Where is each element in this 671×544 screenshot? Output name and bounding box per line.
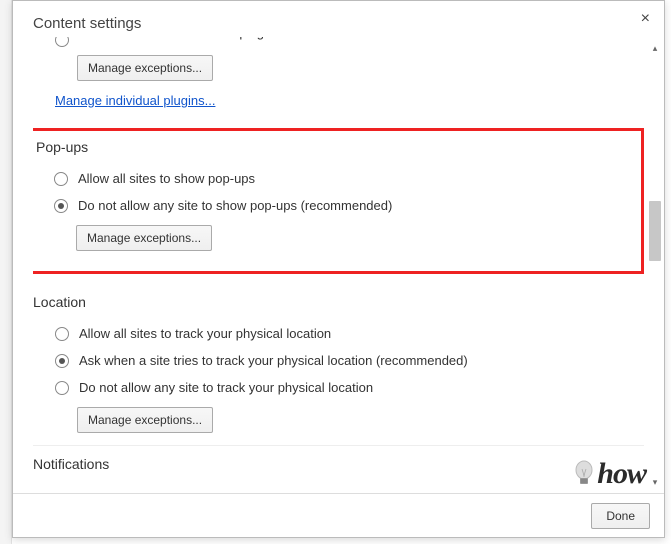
popups-option-allow-label: Allow all sites to show pop-ups: [78, 171, 255, 186]
scroll-down-icon[interactable]: ▾: [648, 475, 662, 489]
radio-icon[interactable]: [55, 381, 69, 395]
section-popups: Pop-ups Allow all sites to show pop-ups …: [33, 137, 631, 263]
popups-title: Pop-ups: [33, 139, 631, 155]
popups-manage-exceptions-button[interactable]: Manage exceptions...: [76, 225, 212, 251]
scrollbar[interactable]: ▴ ▾: [648, 41, 662, 489]
plugins-cutoff-option: Let me choose when to run plugin content: [33, 37, 644, 49]
radio-icon[interactable]: [55, 327, 69, 341]
close-icon[interactable]: ×: [641, 11, 650, 27]
popups-option-block-label: Do not allow any site to show pop-ups (r…: [78, 198, 392, 213]
location-manage-exceptions-button[interactable]: Manage exceptions...: [77, 407, 213, 433]
dialog-footer: Done: [13, 493, 664, 537]
section-notifications: Notifications: [33, 445, 644, 490]
backdrop: [0, 0, 12, 544]
plugins-manage-exceptions-button[interactable]: Manage exceptions...: [77, 55, 213, 81]
popups-option-block[interactable]: Do not allow any site to show pop-ups (r…: [33, 192, 631, 219]
notifications-title: Notifications: [33, 456, 644, 472]
content-settings-dialog: Content settings × Let me choose when to…: [12, 0, 665, 538]
radio-icon[interactable]: [55, 37, 69, 47]
radio-icon[interactable]: [55, 354, 69, 368]
radio-icon[interactable]: [54, 172, 68, 186]
scroll-thumb[interactable]: [649, 201, 661, 261]
scroll-up-icon[interactable]: ▴: [648, 41, 662, 55]
location-option-ask[interactable]: Ask when a site tries to track your phys…: [33, 347, 644, 374]
location-option-block-label: Do not allow any site to track your phys…: [79, 380, 373, 395]
location-option-allow-label: Allow all sites to track your physical l…: [79, 326, 331, 341]
section-location: Location Allow all sites to track your p…: [33, 284, 644, 445]
popups-highlight-box: Pop-ups Allow all sites to show pop-ups …: [33, 128, 644, 274]
done-button[interactable]: Done: [591, 503, 650, 529]
location-option-block[interactable]: Do not allow any site to track your phys…: [33, 374, 644, 401]
radio-icon[interactable]: [54, 199, 68, 213]
dialog-content: Let me choose when to run plugin content…: [13, 37, 664, 493]
location-title: Location: [33, 294, 644, 310]
manage-individual-plugins-link[interactable]: Manage individual plugins...: [33, 85, 215, 112]
dialog-title: Content settings: [33, 15, 141, 32]
location-option-allow[interactable]: Allow all sites to track your physical l…: [33, 320, 644, 347]
location-option-ask-label: Ask when a site tries to track your phys…: [79, 353, 468, 368]
popups-option-allow[interactable]: Allow all sites to show pop-ups: [33, 165, 631, 192]
dialog-header: Content settings ×: [13, 1, 664, 36]
plugins-cutoff-label: Let me choose when to run plugin content: [79, 37, 320, 40]
section-plugins: Let me choose when to run plugin content…: [33, 37, 644, 120]
scroll-area: Let me choose when to run plugin content…: [33, 37, 644, 493]
